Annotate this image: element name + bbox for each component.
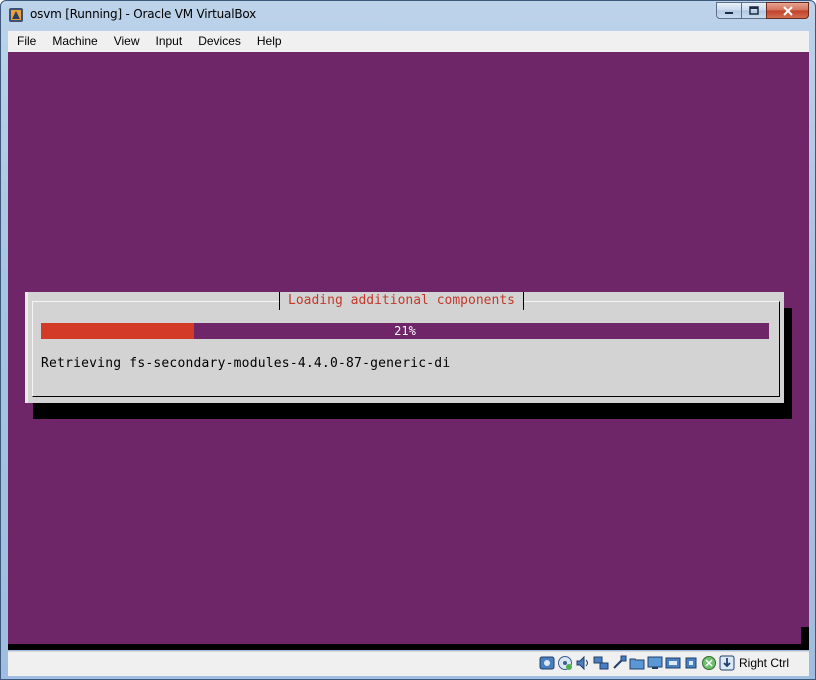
menu-bar: File Machine View Input Devices Help bbox=[8, 31, 809, 53]
optical-drive-icon[interactable] bbox=[557, 655, 573, 671]
maximize-icon bbox=[749, 6, 759, 15]
dialog-title: Loading additional components bbox=[279, 292, 524, 310]
network-icon[interactable] bbox=[593, 655, 609, 671]
menu-input[interactable]: Input bbox=[148, 31, 191, 52]
close-button[interactable] bbox=[766, 2, 809, 19]
shared-folder-icon[interactable] bbox=[629, 655, 645, 671]
audio-icon[interactable] bbox=[575, 655, 591, 671]
usb-icon[interactable] bbox=[611, 655, 627, 671]
host-key-label: Right Ctrl bbox=[738, 656, 789, 670]
status-message: Retrieving fs-secondary-modules-4.4.0-87… bbox=[41, 356, 451, 371]
progress-bar: 21% bbox=[41, 323, 769, 339]
vm-display[interactable]: Loading additional components 21% Retrie… bbox=[8, 52, 809, 644]
vm-display-bottom-edge bbox=[8, 644, 809, 650]
virtualbox-app-icon bbox=[8, 7, 24, 23]
title-bar[interactable]: osvm [Running] - Oracle VM VirtualBox bbox=[1, 1, 815, 31]
menu-view[interactable]: View bbox=[106, 31, 148, 52]
menu-machine[interactable]: Machine bbox=[44, 31, 105, 52]
dialog-frame bbox=[32, 301, 780, 397]
progress-percent-label: 21% bbox=[394, 324, 416, 338]
menu-devices[interactable]: Devices bbox=[190, 31, 249, 52]
close-icon bbox=[782, 5, 793, 16]
menu-help[interactable]: Help bbox=[249, 31, 290, 52]
keyboard-icon[interactable] bbox=[719, 655, 735, 671]
minimize-icon bbox=[725, 11, 733, 14]
installer-dialog: Loading additional components 21% Retrie… bbox=[25, 292, 784, 403]
maximize-button[interactable] bbox=[741, 2, 767, 19]
menu-file[interactable]: File bbox=[8, 31, 44, 52]
device-indicators: Right Ctrl bbox=[537, 655, 789, 671]
hard-disk-icon[interactable] bbox=[539, 655, 555, 671]
vm-display-corner-edge bbox=[801, 627, 809, 650]
display-icon[interactable] bbox=[647, 655, 663, 671]
minimize-button[interactable] bbox=[716, 2, 742, 19]
mouse-integration-icon[interactable] bbox=[701, 655, 717, 671]
status-bar: Right Ctrl bbox=[8, 651, 809, 676]
virtualbox-window: osvm [Running] - Oracle VM VirtualBox Fi… bbox=[0, 0, 816, 680]
cpu-icon[interactable] bbox=[683, 655, 699, 671]
video-capture-icon[interactable] bbox=[665, 655, 681, 671]
window-title: osvm [Running] - Oracle VM VirtualBox bbox=[30, 7, 257, 21]
window-controls bbox=[716, 2, 809, 19]
